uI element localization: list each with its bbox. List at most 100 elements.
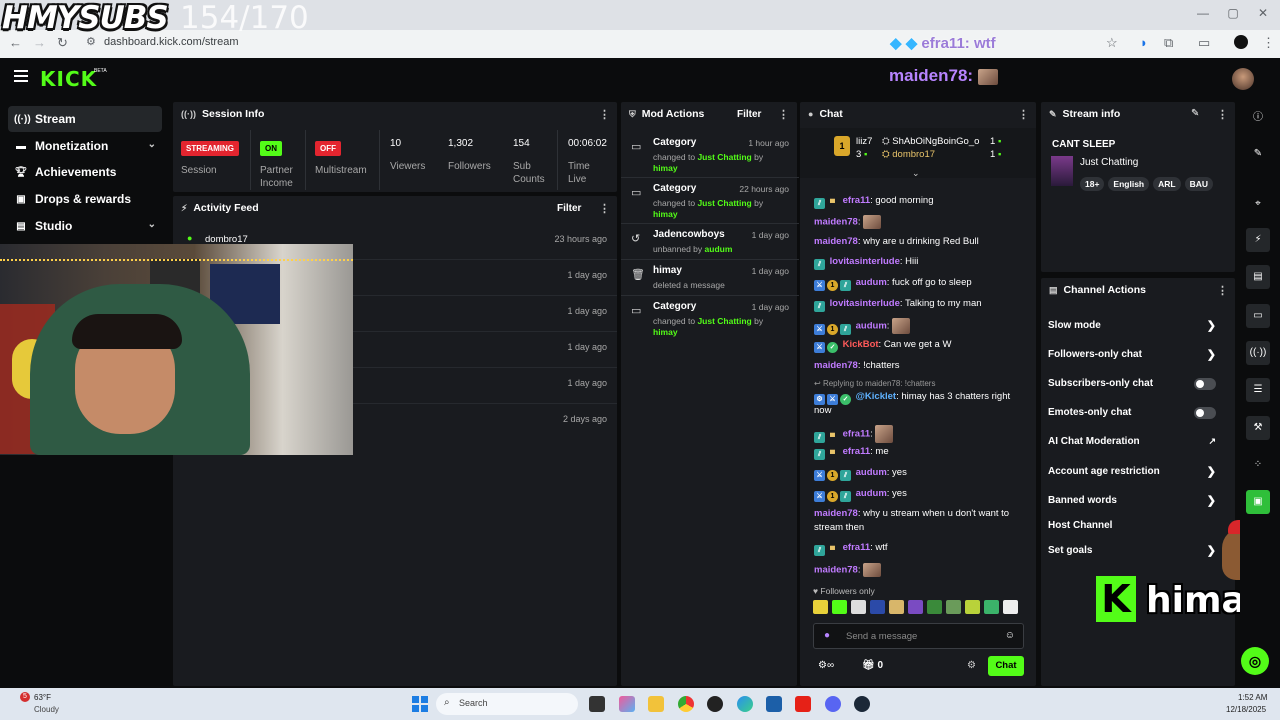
file-explorer-icon[interactable] [648, 696, 664, 712]
lightning-icon[interactable]: ⚡︎ [1246, 228, 1270, 252]
leader-count: 1 ▪ [990, 149, 1002, 160]
divider [250, 130, 251, 190]
target-icon[interactable]: ⌖ [1246, 192, 1270, 216]
close-window-icon[interactable]: ✕ [1253, 6, 1273, 20]
more-icon[interactable]: ⋮ [778, 108, 789, 121]
emote-image [863, 215, 882, 229]
app-icon[interactable] [707, 696, 723, 712]
send-chat-button[interactable]: Chat [988, 656, 1024, 676]
emote-icon[interactable] [851, 600, 866, 614]
extension-app-icon[interactable]: ▣ [1246, 490, 1270, 514]
restore-icon[interactable]: ▢ [1223, 6, 1243, 20]
support-icon[interactable]: ◎ [1241, 647, 1269, 675]
more-icon[interactable]: ⋮ [599, 202, 610, 215]
emoji-icon[interactable]: ☺ [1005, 630, 1015, 641]
followers-only-row[interactable]: Followers-only chat ❯ [1048, 349, 1228, 361]
steam-icon[interactable] [854, 696, 870, 712]
edit-icon[interactable]: ✎ [1191, 108, 1199, 119]
panel-title: ⚡︎ Activity Feed [181, 202, 259, 214]
kick-logo[interactable]: KICK [40, 67, 97, 91]
subscribers-only-toggle[interactable] [1194, 378, 1216, 390]
list-icon[interactable]: ☰ [1246, 378, 1270, 402]
mod-action-title: Jadencowboys [653, 229, 725, 240]
edge-icon[interactable] [737, 696, 753, 712]
mod-action-time: 1 day ago [751, 230, 789, 240]
emote-icon[interactable] [813, 600, 828, 614]
extensions-puzzle-icon[interactable]: ⧉ [1164, 35, 1173, 51]
list-item: ↺ Jadencowboys 1 day ago unbanned by aud… [621, 224, 799, 260]
emotes-only-toggle[interactable] [1194, 407, 1216, 419]
chrome-icon[interactable] [678, 696, 694, 712]
windows-start-icon[interactable] [412, 696, 428, 712]
shield-icon: ⛨ [629, 108, 636, 119]
mic-icon[interactable]: ● [824, 630, 830, 641]
more-icon[interactable]: ⋮ [1217, 284, 1228, 297]
store-icon[interactable] [766, 696, 782, 712]
set-goals-row[interactable]: Set goals ❯ [1048, 545, 1228, 557]
clock-time[interactable]: 1:52 AM [1238, 693, 1267, 702]
discord-icon[interactable] [825, 696, 841, 712]
weather-temp[interactable]: 63°F [34, 693, 51, 702]
store-count[interactable]: 🎁︎ 0 [862, 660, 883, 671]
youtube-icon[interactable] [795, 696, 811, 712]
host-channel-row[interactable]: Host Channel [1048, 520, 1228, 531]
filter-button[interactable]: Filter [737, 109, 761, 120]
reload-icon[interactable]: ↻ [57, 35, 68, 51]
menu-icon[interactable] [14, 70, 28, 82]
emote-icon[interactable] [908, 600, 923, 614]
split-view-icon[interactable]: ▭ [1198, 35, 1210, 51]
slow-mode-row[interactable]: Slow mode ❯ [1048, 320, 1228, 332]
sidebar-item-drops[interactable]: ▣ Drops & rewards [8, 186, 162, 212]
stream-info-panel: ✎ Stream info ✎ ⋮ CANT SLEEP Just Chattin… [1041, 102, 1235, 272]
more-icon[interactable]: ⋮ [1018, 108, 1029, 121]
emote-icon[interactable] [946, 600, 961, 614]
chat-input[interactable]: ● Send a message ☺ [813, 623, 1024, 649]
sidebar-item-monetization[interactable]: ▬ Monetization ⌄ [8, 133, 162, 159]
more-icon[interactable]: ⋮ [599, 108, 610, 121]
followers-value: 1,302 [448, 138, 474, 149]
emote-image [977, 68, 998, 85]
account-age-row[interactable]: Account age restriction ❯ [1048, 466, 1228, 478]
document-icon[interactable]: ▤ [1246, 265, 1270, 289]
forward-icon[interactable]: → [33, 35, 46, 50]
chat-icon[interactable]: ▭ [1246, 304, 1270, 328]
taskbar-search[interactable]: ⌕ Search [436, 693, 578, 715]
back-icon[interactable]: ← [9, 35, 22, 50]
emote-icon[interactable] [1003, 600, 1018, 614]
site-info-icon[interactable]: ⚙ [86, 35, 96, 48]
sidebar-item-achievements[interactable]: 🏆︎ Achievements [8, 159, 162, 185]
emote-icon[interactable] [984, 600, 999, 614]
wrench-icon[interactable]: ⚒ [1246, 416, 1270, 440]
subscribers-only-row[interactable]: Subscribers-only chat [1048, 378, 1228, 390]
weather-desc: Cloudy [34, 705, 59, 714]
emote-icon[interactable] [927, 600, 942, 614]
apps-icon[interactable]: ⁘ [1246, 453, 1270, 477]
more-icon[interactable]: ⋮ [1217, 108, 1228, 121]
browser-profile-icon[interactable] [1234, 35, 1248, 49]
emote-icon[interactable] [832, 600, 847, 614]
emote-icon[interactable] [889, 600, 904, 614]
task-view-icon[interactable] [589, 696, 605, 712]
info-icon[interactable]: ⓘ [1246, 106, 1270, 130]
emote-icon[interactable] [965, 600, 980, 614]
chat-settings-icon[interactable]: ⚙ [967, 660, 976, 671]
ai-moderation-row[interactable]: AI Chat Moderation ↗ [1048, 436, 1228, 447]
settings-icon[interactable]: ⚙∞ [818, 660, 834, 671]
activity-time: 1 day ago [567, 306, 607, 316]
browser-menu-icon[interactable]: ⋮ [1262, 35, 1275, 51]
banned-words-row[interactable]: Banned words ❯ [1048, 495, 1228, 507]
extension-icon[interactable]: ◗ [1140, 35, 1148, 50]
edit-icon[interactable]: ✎ [1246, 142, 1270, 166]
copilot-icon[interactable] [619, 696, 635, 712]
sidebar-item-studio[interactable]: ▤ Studio ⌄ [8, 213, 162, 239]
expand-icon[interactable]: ⌄ [912, 168, 920, 179]
filter-button[interactable]: Filter [557, 203, 581, 214]
avatar[interactable] [1232, 68, 1254, 90]
emote-icon[interactable] [870, 600, 885, 614]
broadcast-icon[interactable]: ((·)) [1246, 341, 1270, 365]
sidebar-item-stream[interactable]: ((·)) Stream [8, 106, 162, 132]
bookmark-star-icon[interactable]: ☆ [1106, 35, 1118, 51]
panel-title: ▤ Channel Actions [1049, 284, 1146, 296]
minimize-icon[interactable]: — [1193, 6, 1213, 20]
emotes-only-row[interactable]: Emotes-only chat [1048, 407, 1228, 419]
